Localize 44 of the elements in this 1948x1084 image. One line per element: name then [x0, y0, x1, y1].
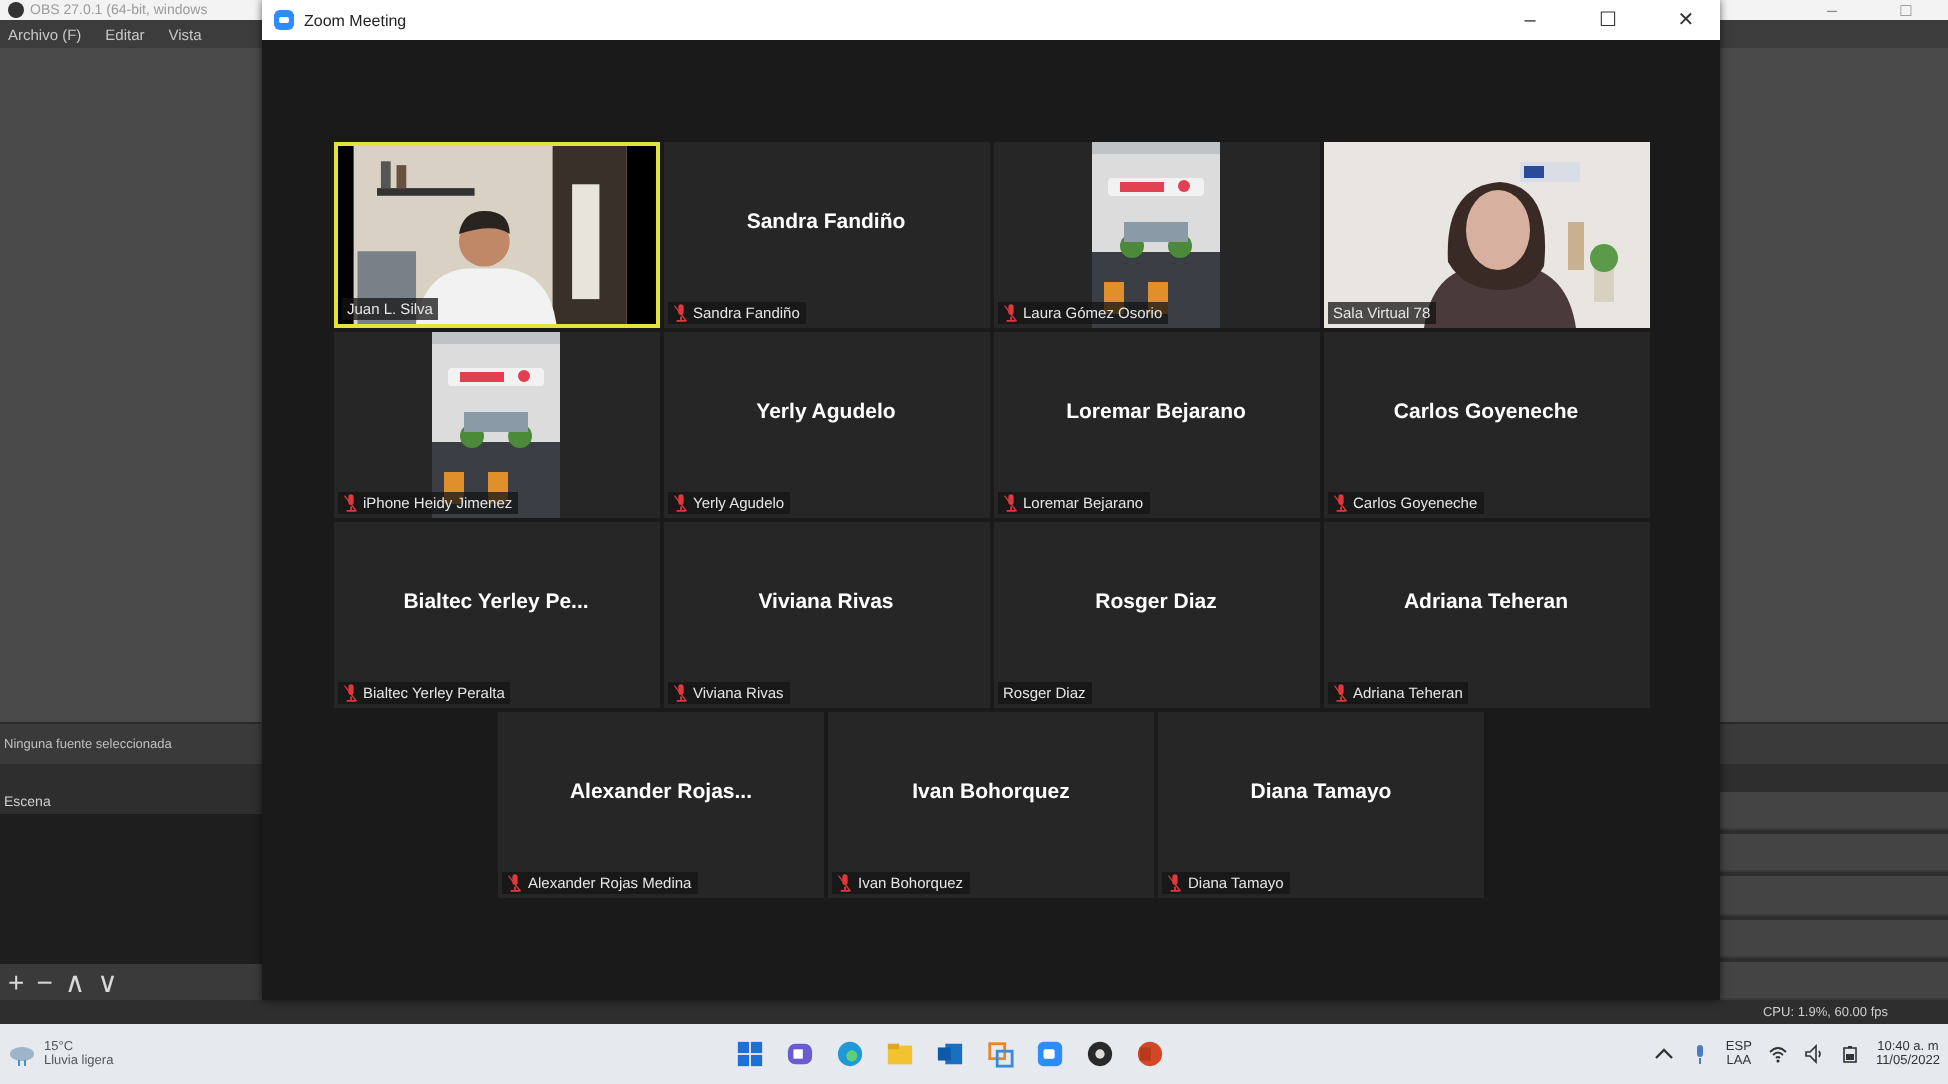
window-control[interactable]: –: [1496, 9, 1564, 31]
muted-microphone-icon: [508, 874, 522, 892]
muted-microphone-icon: [343, 684, 357, 702]
muted-microphone-icon: [673, 304, 687, 322]
participant-name: Adriana Teheran: [1403, 589, 1569, 613]
muted-microphone-icon: [1003, 304, 1017, 322]
wifi-icon[interactable]: [1767, 1044, 1788, 1064]
participant-name: Carlos Goyeneche: [1393, 399, 1579, 423]
toolbar-button[interactable]: −: [36, 966, 53, 998]
muted-microphone-icon: [1168, 874, 1182, 892]
mail-icon[interactable]: [936, 1040, 965, 1068]
browser-icon[interactable]: [836, 1040, 865, 1068]
participant-name: Alexander Rojas...: [569, 779, 753, 803]
muted-microphone-icon: [838, 874, 852, 892]
toolbar-button[interactable]: +: [8, 966, 25, 998]
presentation-icon[interactable]: [1136, 1040, 1165, 1068]
participant-name: Loremar Bejarano: [1066, 399, 1246, 423]
participant-name: Yerly Agudelo: [756, 399, 896, 423]
record-app-icon[interactable]: [1086, 1040, 1115, 1068]
participant-name: Diana Tamayo: [1250, 779, 1392, 803]
toolbar-button[interactable]: ∧: [64, 965, 86, 999]
toolbar-button[interactable]: ∨: [97, 965, 118, 999]
snipping-icon[interactable]: [986, 1040, 1015, 1068]
muted-microphone-icon: [1003, 494, 1017, 512]
participant-name: Bialtec Yerley Pe...: [403, 589, 589, 613]
chevron-up-icon[interactable]: [1653, 1044, 1674, 1064]
window-title: Zoom Meeting: [304, 11, 407, 29]
video-chat-icon[interactable]: [786, 1040, 815, 1068]
window-control[interactable]: ✕: [1652, 9, 1720, 31]
windows-logo-icon[interactable]: [736, 1040, 765, 1068]
muted-microphone-icon: [673, 494, 687, 512]
participant-name: Sandra Fandiño: [746, 209, 906, 233]
muted-microphone-icon: [1333, 494, 1347, 512]
participant-name: Viviana Rivas: [758, 589, 894, 613]
muted-microphone-icon: [1333, 684, 1347, 702]
video-camera-icon[interactable]: [1036, 1040, 1065, 1068]
video-camera-icon: [274, 10, 294, 30]
speaker-icon[interactable]: [1803, 1044, 1824, 1064]
participant-name: Ivan Bohorquez: [912, 779, 1070, 803]
window-control[interactable]: ☐: [1574, 9, 1642, 31]
participant-name: Rosger Diaz: [1095, 589, 1217, 613]
muted-microphone-icon: [673, 684, 687, 702]
battery-icon[interactable]: [1839, 1044, 1860, 1064]
muted-microphone-icon: [343, 494, 357, 512]
